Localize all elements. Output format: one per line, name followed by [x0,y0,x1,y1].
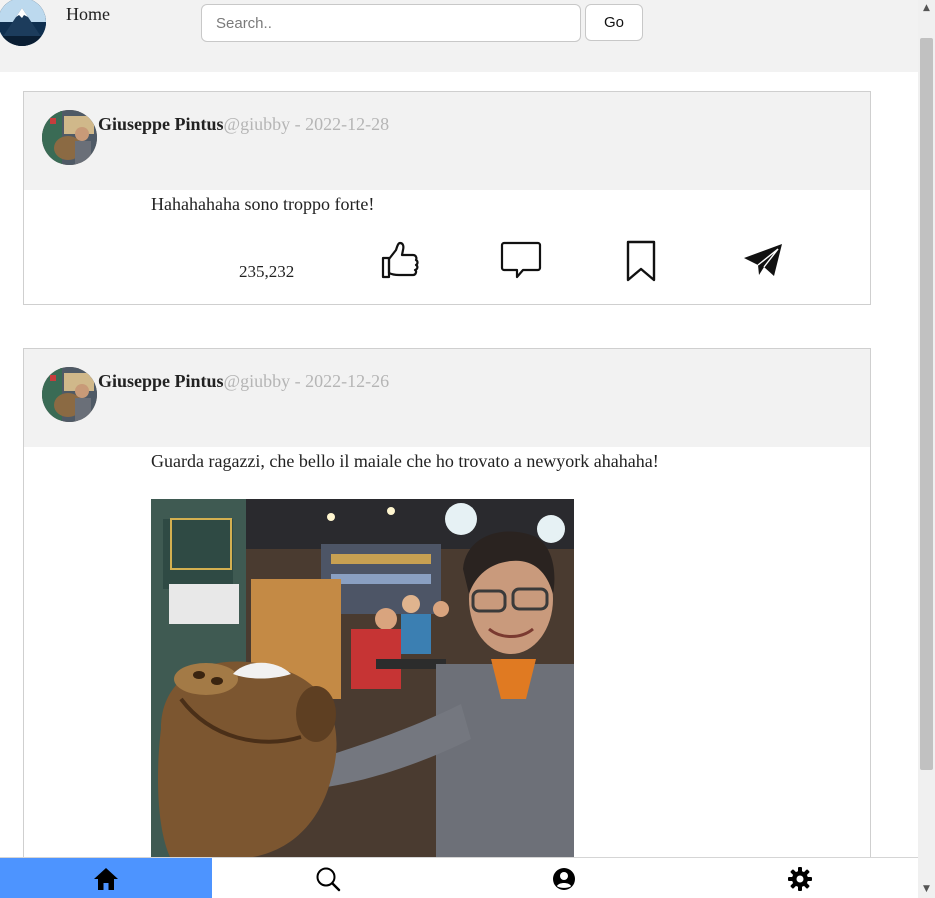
thumbs-up-icon [381,241,419,279]
search-icon [316,867,341,891]
author-meta: @giubby - 2022-12-28 [223,114,390,134]
nav-home[interactable] [0,858,212,898]
author-name[interactable]: Giuseppe Pintus [98,371,224,391]
post-card: Giuseppe Pintus@giubby - 2022-12-28 Haha… [23,91,871,305]
like-count: 235,232 [239,262,295,281]
avatar[interactable] [42,110,97,165]
scrollbar[interactable]: ▲ ▼ [918,0,935,898]
bookmark-icon [626,240,656,282]
logo[interactable] [0,0,46,46]
home-link[interactable]: Home [66,4,110,25]
paper-plane-icon [744,244,782,276]
search-input[interactable] [201,4,581,42]
scroll-up-arrow-icon[interactable]: ▲ [918,0,935,17]
top-bar: Home Go [0,0,918,72]
avatar[interactable] [42,367,97,422]
like-button[interactable] [379,240,421,282]
author-name[interactable]: Giuseppe Pintus [98,114,224,134]
post-author: Giuseppe Pintus@giubby - 2022-12-26 [98,371,389,392]
bookmark-button[interactable] [620,240,662,282]
nav-search[interactable] [222,858,434,898]
post-text: Guarda ragazzi, che bello il maiale che … [151,451,659,471]
post-header: Giuseppe Pintus@giubby - 2022-12-26 [24,349,870,447]
bottom-nav [0,857,918,898]
scroll-thumb[interactable] [920,38,933,770]
post-image[interactable] [151,499,574,859]
share-button[interactable] [742,240,784,282]
user-icon [553,867,575,890]
nav-settings[interactable] [694,858,906,898]
comment-icon [500,241,542,279]
nav-profile[interactable] [458,858,670,898]
scroll-down-arrow-icon[interactable]: ▼ [918,881,935,898]
post-text: Hahahahaha sono troppo forte! [151,194,375,214]
gear-icon [788,866,812,891]
post-header: Giuseppe Pintus@giubby - 2022-12-28 [24,92,870,190]
home-icon [94,867,118,890]
post-card: Giuseppe Pintus@giubby - 2022-12-26 Guar… [23,348,871,898]
post-author: Giuseppe Pintus@giubby - 2022-12-28 [98,114,389,135]
go-button[interactable]: Go [585,4,643,41]
comment-button[interactable] [500,240,542,282]
author-meta: @giubby - 2022-12-26 [223,371,390,391]
